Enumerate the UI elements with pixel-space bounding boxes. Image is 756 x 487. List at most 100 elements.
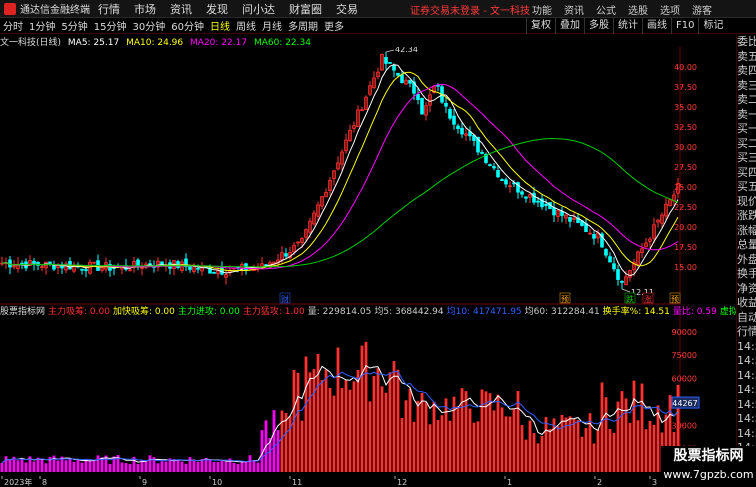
volume-bar [444,398,448,472]
side-panel-item[interactable]: 委比 [737,35,756,50]
volume-bar [200,459,204,472]
side-panel-item[interactable]: 14:5 [737,369,756,384]
menu-item-discover[interactable]: 发现 [206,1,228,17]
volume-bar [340,388,344,472]
price-tick-label: 32.50 [674,123,697,132]
period-more[interactable]: 更多 [321,18,347,33]
menu-item-trade[interactable]: 交易 [336,1,358,17]
volume-bar [128,464,132,472]
menu-item-select[interactable]: 选股 [628,2,648,17]
candle-body [48,261,52,264]
volume-bar [248,455,252,472]
ma5-line [1,64,679,277]
volume-tick-label: 75000 [672,351,697,360]
side-panel-item[interactable]: 买三 [737,151,756,166]
period-weekly[interactable]: 周线 [233,18,259,33]
side-panel-item[interactable]: 14:5 [737,340,756,355]
candle-body [84,269,88,272]
volume-bar [440,415,444,472]
volume-chart[interactable]: 90000750006000045000300001500044267 [0,315,700,476]
login-notice[interactable]: 证券交易未登录 [410,6,480,17]
volume-bar [456,406,460,472]
period-30min[interactable]: 30分钟 [129,18,168,33]
period-60min[interactable]: 60分钟 [168,18,207,33]
period-5min[interactable]: 5分钟 [58,18,90,33]
side-panel-item[interactable]: 自动 [737,311,756,326]
period-15min[interactable]: 15分钟 [91,18,130,33]
side-panel-item[interactable]: 买一 [737,122,756,137]
date-tick-label: 11 [292,478,302,487]
multi-stock-button[interactable]: 多股 [584,18,613,34]
side-panel-item[interactable]: 14:5 [737,383,756,398]
candle-body [408,79,412,84]
volume-bar [612,432,616,472]
side-panel-item[interactable]: 买二 [737,137,756,152]
menu-item-formula[interactable]: 公式 [596,2,616,17]
volume-bar [276,430,280,472]
side-panel-item[interactable]: 卖二 [737,93,756,108]
period-1min[interactable]: 1分钟 [26,18,58,33]
side-panel-item[interactable]: 现价 [737,195,756,210]
candle-body [592,233,596,239]
period-multi[interactable]: 多周期 [285,18,321,33]
candle-body [32,260,36,264]
overlay-button[interactable]: 叠加 [555,18,584,34]
side-panel-item[interactable]: 卖一 [737,108,756,123]
side-panel-item[interactable]: 净资 [737,282,756,297]
side-panel-item[interactable]: 涨跌 [737,209,756,224]
candle-body [552,207,556,216]
side-panel-item[interactable]: 涨幅 [737,224,756,239]
side-panel-item[interactable]: 14:5 [737,412,756,427]
candle-body [496,170,500,178]
candle-body [616,269,620,280]
event-marker: 预 [671,294,679,304]
user-label[interactable]: 游客 [692,2,712,17]
menu-item-market[interactable]: 市场 [134,1,156,17]
mark-button[interactable]: 标记 [698,18,727,34]
period-intraday[interactable]: 分时 [0,18,26,33]
side-panel-item[interactable]: 14:5 [737,398,756,413]
volume-bar [548,429,552,472]
volume-bar [332,395,336,472]
volume-bar [576,420,580,472]
side-panel-item[interactable]: 总量 [737,238,756,253]
candle-body [444,102,448,107]
side-panel-item[interactable]: 换手 [737,267,756,282]
candle-body [460,127,464,135]
menu-item-info[interactable]: 资讯 [564,2,584,17]
volume-bar [24,462,28,472]
price-tick-label: 40.00 [674,63,697,72]
candle-body [520,191,524,195]
volume-bar [496,394,500,472]
side-panel-item[interactable]: 买四 [737,166,756,181]
date-tick-label: 9 [142,478,147,487]
side-panel-item[interactable]: 14:5 [737,354,756,369]
stats-button[interactable]: 统计 [613,18,642,34]
volume-bar [640,383,644,472]
candle-body [536,200,540,203]
side-panel-item[interactable]: 14:5 [737,427,756,442]
f10-button[interactable]: F10 [671,18,698,34]
side-panel-item[interactable]: 外盘 [737,253,756,268]
menu-item-ask[interactable]: 问小达 [242,1,275,17]
draw-line-button[interactable]: 画线 [642,18,671,34]
side-panel-item[interactable]: 卖四 [737,64,756,79]
menu-item-wealth[interactable]: 财富圈 [289,1,322,17]
menu-item-options[interactable]: 选项 [660,2,680,17]
menu-item-function[interactable]: 功能 [532,2,552,17]
watermark-url: www.7gpzb.com [663,468,754,481]
menu-item-news[interactable]: 资讯 [170,1,192,17]
volume-bar [596,429,600,472]
side-panel-item[interactable]: 卖三 [737,79,756,94]
period-monthly[interactable]: 月线 [259,18,285,33]
menu-item-quotes[interactable]: 行情 [98,1,120,17]
side-panel-item[interactable]: 收益 [737,296,756,311]
price-tick-label: 30.00 [674,143,697,152]
side-panel-item[interactable]: 行情 [737,325,756,340]
side-panel-item[interactable]: 卖五 [737,50,756,65]
adjust-button[interactable]: 复权 [526,18,555,34]
period-daily[interactable]: 日线 [207,18,233,33]
volume-bar [368,401,372,472]
candlestick-chart[interactable]: 40.0037.5035.0032.5030.0027.5025.0022.50… [0,47,700,305]
side-panel-item[interactable]: 买五 [737,180,756,195]
